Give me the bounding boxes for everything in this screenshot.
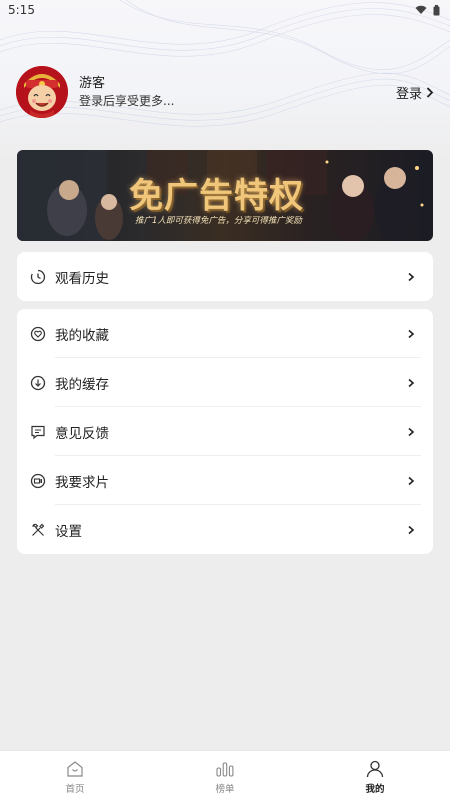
home-icon — [67, 760, 83, 777]
menu-item-feedback[interactable]: 意见反馈 — [17, 407, 433, 456]
tab-label: 首页 — [65, 783, 85, 795]
heart-icon — [29, 325, 47, 343]
avatar[interactable] — [16, 66, 68, 118]
clock-icon — [29, 268, 47, 286]
profile-section[interactable]: 游客 登录后享受更多... 登录 — [16, 66, 434, 118]
login-button[interactable]: 登录 — [396, 83, 434, 102]
tab-label: 我的 — [365, 783, 385, 795]
chevron-right-icon — [408, 476, 415, 485]
chevron-right-icon — [408, 329, 415, 338]
status-time: 5:15 — [8, 3, 35, 17]
bottom-tab-bar: 首页 榜单 我的 — [0, 750, 450, 800]
tab-home[interactable]: 首页 — [0, 751, 150, 800]
menu-item-cache[interactable]: 我的缓存 — [17, 358, 433, 407]
menu-item-label: 观看历史 — [55, 270, 109, 287]
tab-label: 榜单 — [215, 783, 235, 795]
login-label: 登录 — [395, 86, 422, 102]
tools-icon — [29, 521, 47, 539]
menu-item-favorites[interactable]: 我的收藏 — [17, 309, 433, 358]
menu-item-request-film[interactable]: 我要求片 — [17, 456, 433, 505]
tab-ranking[interactable]: 榜单 — [150, 751, 300, 800]
chart-icon — [216, 761, 234, 777]
chevron-right-icon — [408, 272, 415, 281]
video-icon — [29, 472, 47, 490]
ad-free-banner[interactable]: 免广告特权 推广1人即可获得免广告，分享可得推广奖励 — [17, 150, 433, 241]
menu-item-history[interactable]: 观看历史 — [17, 252, 433, 301]
menu-card: 我的收藏 我的缓存 意见反馈 我要求片 设置 — [17, 309, 433, 554]
tab-mine[interactable]: 我的 — [300, 751, 450, 800]
chevron-right-icon — [408, 525, 415, 534]
banner-title: 免广告特权 — [129, 176, 304, 216]
download-icon — [29, 374, 47, 392]
status-bar: 5:15 — [0, 0, 450, 20]
chevron-right-icon — [408, 378, 415, 387]
chevron-right-icon — [426, 86, 434, 98]
menu-item-settings[interactable]: 设置 — [17, 505, 433, 554]
menu-item-label: 我的缓存 — [55, 376, 109, 393]
menu-item-label: 意见反馈 — [55, 425, 109, 442]
user-subtitle: 登录后享受更多... — [79, 93, 175, 108]
user-name: 游客 — [79, 75, 106, 91]
banner-subtitle: 推广1人即可获得免广告，分享可得推广奖励 — [135, 216, 302, 226]
user-icon — [366, 760, 384, 777]
menu-item-label: 我要求片 — [55, 474, 109, 491]
wifi-icon — [415, 5, 427, 14]
battery-icon — [433, 4, 440, 15]
menu-item-label: 我的收藏 — [55, 327, 109, 344]
chevron-right-icon — [408, 427, 415, 436]
message-icon — [29, 423, 47, 441]
menu-item-label: 设置 — [55, 523, 82, 540]
history-card: 观看历史 — [17, 252, 433, 301]
